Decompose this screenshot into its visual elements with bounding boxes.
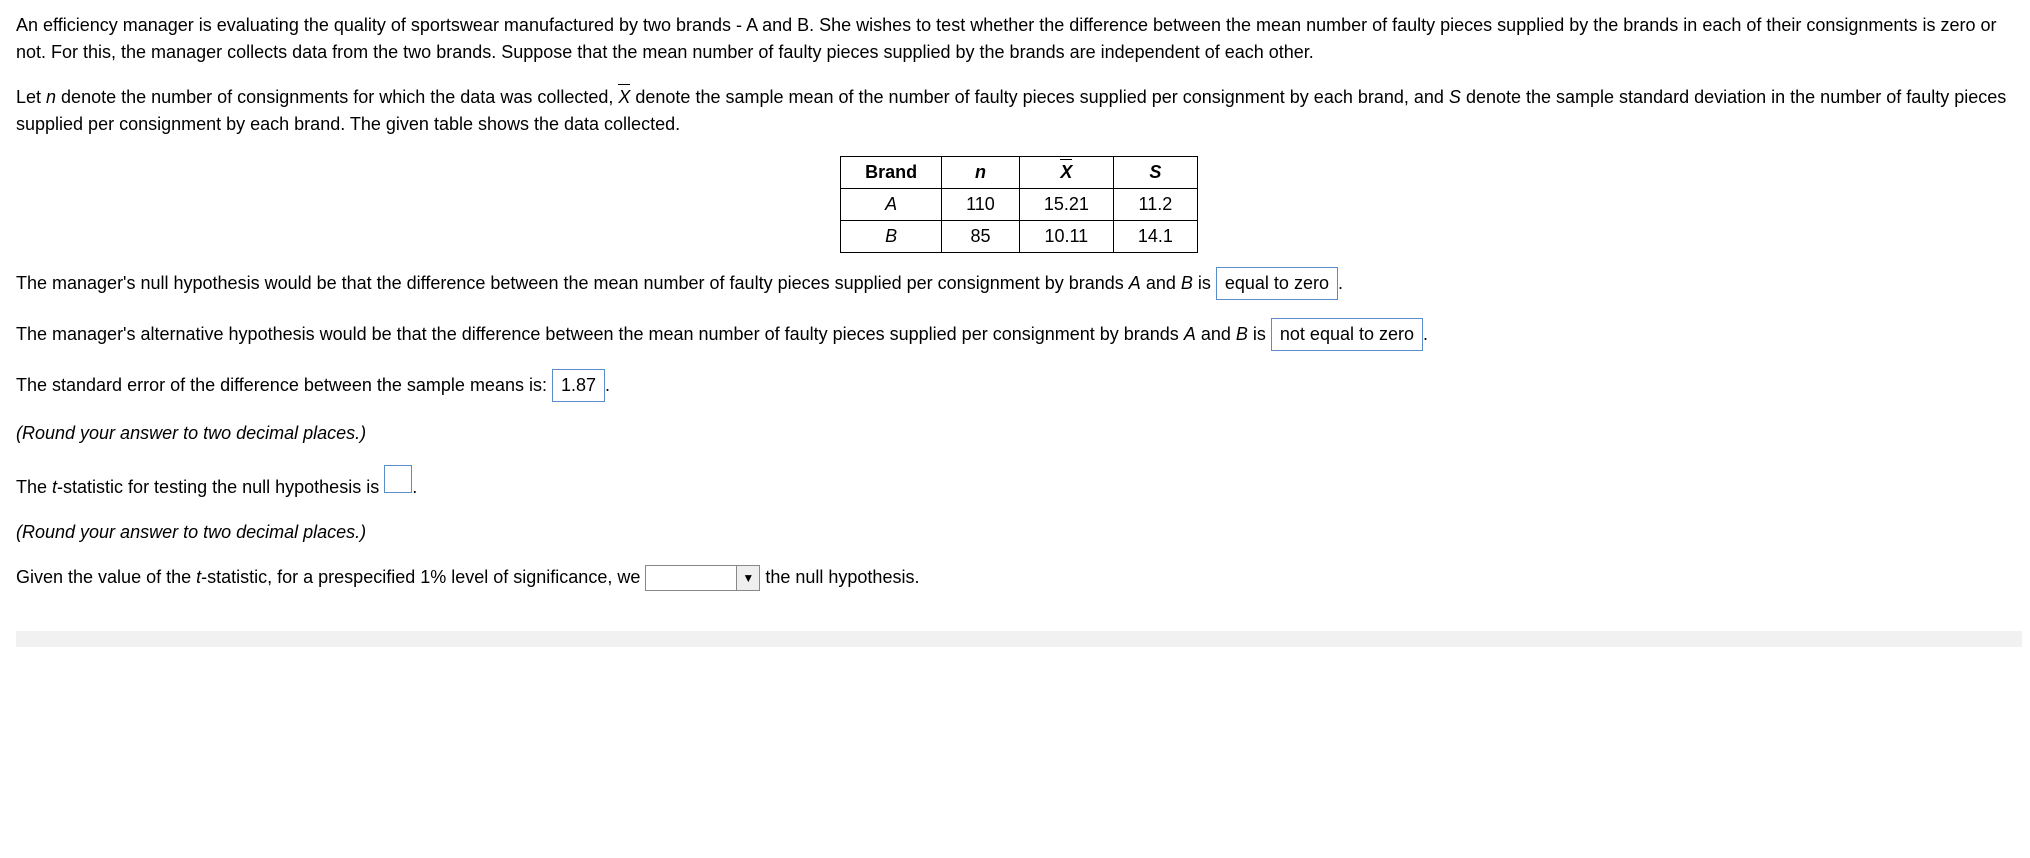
- cell-brand: A: [885, 194, 897, 214]
- text: denote the sample mean of the number of …: [630, 87, 1449, 107]
- text: .: [1338, 273, 1343, 293]
- col-xbar: X: [1019, 157, 1113, 189]
- var-xbar: X: [618, 84, 630, 111]
- text: The: [16, 477, 52, 497]
- var-n: n: [46, 87, 56, 107]
- cell-n: 110: [942, 189, 1020, 221]
- text: The manager's alternative hypothesis wou…: [16, 324, 1184, 344]
- text: .: [605, 375, 610, 395]
- text: and: [1141, 273, 1181, 293]
- standard-error-line: The standard error of the difference bet…: [16, 369, 2022, 402]
- round-note: (Round your answer to two decimal places…: [16, 519, 2022, 546]
- col-brand: Brand: [841, 157, 942, 189]
- text: .: [1423, 324, 1428, 344]
- col-n: n: [942, 157, 1020, 189]
- var-s: S: [1449, 87, 1461, 107]
- text: -statistic for testing the null hypothes…: [57, 477, 384, 497]
- brand-a: A: [1129, 273, 1141, 293]
- brand-a: A: [1184, 324, 1196, 344]
- alt-hypothesis-line: The manager's alternative hypothesis wou…: [16, 318, 2022, 351]
- cell-x: 15.21: [1019, 189, 1113, 221]
- brand-b: B: [1181, 273, 1193, 293]
- col-s: S: [1113, 157, 1197, 189]
- text: Let: [16, 87, 46, 107]
- cell-brand: B: [885, 226, 897, 246]
- text: is: [1248, 324, 1271, 344]
- table-row: B 85 10.11 14.1: [841, 221, 1198, 253]
- text: is: [1193, 273, 1216, 293]
- text: .: [412, 477, 417, 497]
- table-header-row: Brand n X S: [841, 157, 1198, 189]
- cell-s: 14.1: [1113, 221, 1197, 253]
- standard-error-answer[interactable]: 1.87: [552, 369, 605, 402]
- round-note: (Round your answer to two decimal places…: [16, 420, 2022, 447]
- null-hypothesis-line: The manager's null hypothesis would be t…: [16, 267, 2022, 300]
- text: The standard error of the difference bet…: [16, 375, 552, 395]
- t-statistic-answer[interactable]: [384, 465, 412, 493]
- text: Given the value of the: [16, 567, 196, 587]
- null-hypothesis-answer[interactable]: equal to zero: [1216, 267, 1338, 300]
- conclusion-dropdown[interactable]: ▼: [645, 565, 760, 591]
- cell-n: 85: [942, 221, 1020, 253]
- t-statistic-line: The t-statistic for testing the null hyp…: [16, 465, 2022, 501]
- text: and: [1196, 324, 1236, 344]
- chevron-down-icon: ▼: [736, 566, 759, 590]
- dropdown-value: [646, 566, 736, 590]
- cell-s: 11.2: [1113, 189, 1197, 221]
- text: the null hypothesis.: [765, 567, 919, 587]
- table-row: A 110 15.21 11.2: [841, 189, 1198, 221]
- text: The manager's null hypothesis would be t…: [16, 273, 1129, 293]
- brand-b: B: [1236, 324, 1248, 344]
- cell-x: 10.11: [1019, 221, 1113, 253]
- intro-paragraph-2: Let n denote the number of consignments …: [16, 84, 2022, 138]
- conclusion-line: Given the value of the t-statistic, for …: [16, 564, 2022, 591]
- text: denote the number of consignments for wh…: [56, 87, 618, 107]
- data-table: Brand n X S A 110 15.21 11.2 B 85 10.11 …: [840, 156, 1198, 253]
- text: -statistic, for a prespecified 1% level …: [201, 567, 645, 587]
- alt-hypothesis-answer[interactable]: not equal to zero: [1271, 318, 1423, 351]
- footer-bar: [16, 631, 2022, 647]
- intro-paragraph-1: An efficiency manager is evaluating the …: [16, 12, 2022, 66]
